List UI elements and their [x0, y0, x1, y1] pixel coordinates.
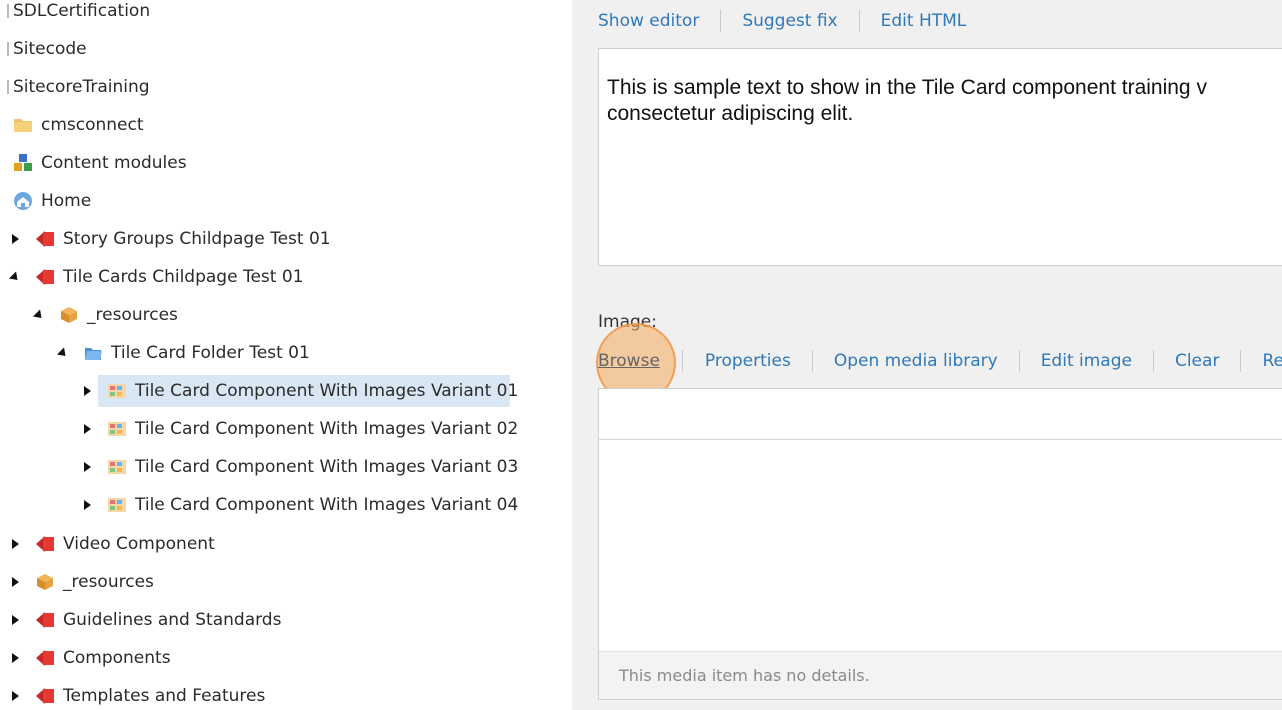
rich-text-toolbar: Show editor Suggest fix Edit HTML: [598, 10, 966, 32]
tree-item-label: Video Component: [63, 534, 215, 554]
rich-text-field[interactable]: This is sample text to show in the Tile …: [598, 48, 1282, 266]
tree-item-label: Tile Card Component With Images Variant …: [135, 419, 519, 439]
tree-item-label: Tile Card Component With Images Variant …: [135, 495, 519, 515]
tree-item-label: Content modules: [41, 153, 187, 173]
component-icon: [106, 494, 128, 516]
toolbar-separator: [1018, 350, 1020, 372]
tree-item-resources-2[interactable]: _resources: [10, 567, 154, 597]
tree-item-label: SitecoreTraining: [13, 77, 150, 97]
expand-arrow-icon[interactable]: [10, 576, 20, 588]
expand-arrow-icon[interactable]: [10, 614, 20, 626]
tree-line: [7, 80, 9, 94]
tree-item-label: Home: [41, 191, 92, 211]
tree-item-tile-cards[interactable]: Tile Cards Childpage Test 01: [10, 262, 303, 292]
image-field-label: Image:: [598, 312, 657, 332]
tree-item-variant-04[interactable]: Tile Card Component With Images Variant …: [82, 490, 518, 520]
media-details-footer: This media item has no details.: [599, 651, 1282, 699]
component-icon: [106, 456, 128, 478]
tree-line: [7, 4, 9, 18]
edit-html-link[interactable]: Edit HTML: [881, 11, 967, 31]
tree-item-guidelines[interactable]: Guidelines and Standards: [10, 605, 281, 635]
page-icon: [34, 609, 56, 631]
expand-arrow-icon[interactable]: [10, 652, 20, 664]
toolbar-separator: [858, 10, 860, 32]
expand-arrow-icon[interactable]: [82, 461, 92, 473]
component-icon: [106, 418, 128, 440]
tree-item-cmsconnect[interactable]: cmsconnect: [0, 110, 144, 140]
tree-item-story-groups[interactable]: Story Groups Childpage Test 01: [10, 224, 331, 254]
page-icon: [34, 533, 56, 555]
page-icon: [34, 685, 56, 707]
folder-icon: [12, 114, 34, 136]
toolbar-separator: [1152, 350, 1154, 372]
toolbar-separator: [1240, 350, 1242, 372]
tree-item-label: SDLCertification: [13, 1, 151, 21]
tree-line: [7, 42, 9, 56]
tree-item-label: Tile Card Component With Images Variant …: [135, 381, 519, 401]
tree-item-resources[interactable]: _resources: [34, 300, 178, 330]
expand-arrow-icon[interactable]: [82, 423, 92, 435]
page-icon: [34, 266, 56, 288]
blue-folder-icon: [82, 342, 104, 364]
clear-link[interactable]: Clear: [1175, 351, 1219, 371]
resources-icon: [58, 304, 80, 326]
image-field[interactable]: This media item has no details.: [598, 388, 1282, 700]
expand-arrow-icon[interactable]: [10, 233, 20, 245]
toolbar-separator: [811, 350, 813, 372]
tree-item-sdlcertification[interactable]: SDLCertification: [0, 0, 150, 26]
properties-link[interactable]: Properties: [705, 351, 791, 371]
page-icon: [34, 228, 56, 250]
toolbar-separator: [681, 350, 683, 372]
expand-arrow-icon[interactable]: [82, 385, 92, 397]
tree-item-tile-card-folder[interactable]: Tile Card Folder Test 01: [58, 338, 310, 368]
modules-icon: [12, 152, 34, 174]
content-tree: SDLCertification Sitecode SitecoreTraini…: [0, 0, 572, 710]
show-editor-link[interactable]: Show editor: [598, 11, 699, 31]
tree-item-label: Story Groups Childpage Test 01: [63, 229, 331, 249]
tree-item-sitecoretraining[interactable]: SitecoreTraining: [0, 72, 150, 102]
collapse-arrow-icon[interactable]: [34, 309, 44, 321]
tree-item-sitecode[interactable]: Sitecode: [0, 34, 87, 64]
tree-item-home[interactable]: Home: [0, 186, 91, 216]
tree-item-label: Guidelines and Standards: [63, 610, 282, 630]
tree-item-components[interactable]: Components: [10, 643, 171, 673]
tree-item-label: cmsconnect: [41, 115, 144, 135]
expand-arrow-icon[interactable]: [10, 690, 20, 702]
tree-item-label: Tile Cards Childpage Test 01: [63, 267, 304, 287]
rich-text-content: This is sample text to show in the Tile …: [607, 76, 1207, 125]
tree-item-label: _resources: [87, 305, 178, 325]
collapse-arrow-icon[interactable]: [58, 347, 68, 359]
item-editor: Show editor Suggest fix Edit HTML This i…: [572, 0, 1282, 710]
edit-image-link[interactable]: Edit image: [1041, 351, 1132, 371]
tree-item-templates[interactable]: Templates and Features: [10, 681, 265, 710]
toolbar-separator: [720, 10, 722, 32]
media-details-text: This media item has no details.: [619, 666, 870, 685]
tree-item-video-component[interactable]: Video Component: [10, 529, 215, 559]
tree-item-label: Components: [63, 648, 171, 668]
tree-item-content-modules[interactable]: Content modules: [0, 148, 187, 178]
truncated-link[interactable]: Re: [1262, 351, 1282, 371]
open-media-library-link[interactable]: Open media library: [834, 351, 998, 371]
tree-item-label: Tile Card Folder Test 01: [111, 343, 310, 363]
tree-item-variant-02[interactable]: Tile Card Component With Images Variant …: [82, 414, 518, 444]
tree-item-variant-01[interactable]: Tile Card Component With Images Variant …: [82, 376, 518, 406]
tree-item-label: _resources: [63, 572, 154, 592]
resources-icon: [34, 571, 56, 593]
component-icon: [106, 380, 128, 402]
page-icon: [34, 647, 56, 669]
expand-arrow-icon[interactable]: [10, 538, 20, 550]
tree-item-label: Tile Card Component With Images Variant …: [135, 457, 519, 477]
suggest-fix-link[interactable]: Suggest fix: [742, 11, 837, 31]
tree-item-label: Sitecode: [13, 39, 87, 59]
expand-arrow-icon[interactable]: [82, 499, 92, 511]
image-toolbar: Browse Properties Open media library Edi…: [598, 350, 1282, 372]
collapse-arrow-icon[interactable]: [10, 271, 20, 283]
home-icon: [12, 190, 34, 212]
image-path-divider: [599, 439, 1282, 440]
tree-item-variant-03[interactable]: Tile Card Component With Images Variant …: [82, 452, 518, 482]
browse-link[interactable]: Browse: [598, 351, 660, 371]
tree-item-label: Templates and Features: [63, 686, 266, 706]
